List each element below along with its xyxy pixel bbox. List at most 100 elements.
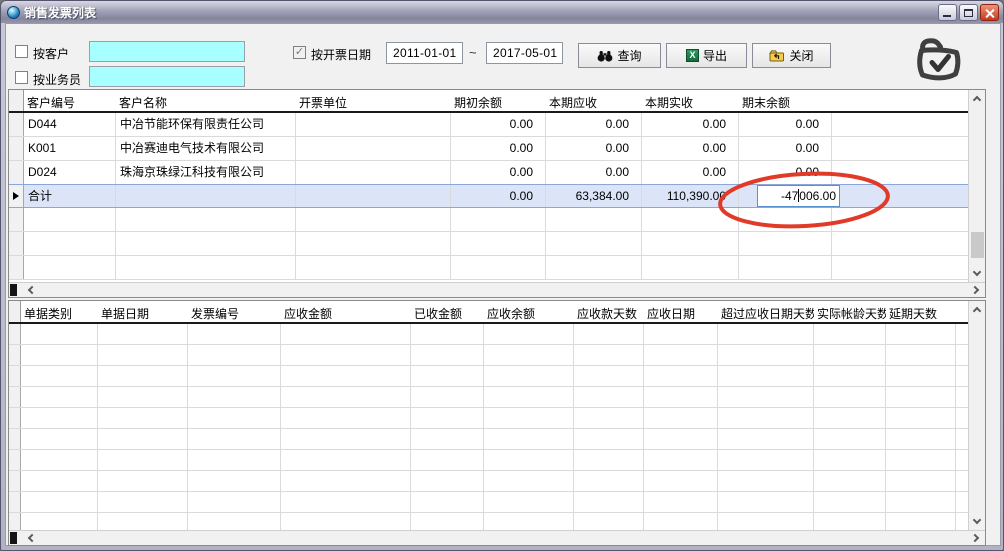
grid-row[interactable] [9, 345, 968, 366]
cell [886, 471, 956, 491]
cell: 中冶节能环保有限责任公司 [116, 113, 296, 136]
column-header[interactable]: 期初余额 [451, 90, 546, 111]
cell [98, 387, 188, 407]
salesman-filter-input[interactable] [89, 66, 245, 87]
scroll-down-icon[interactable] [973, 516, 981, 524]
horizontal-scrollbar[interactable] [9, 282, 985, 297]
row-selector[interactable] [9, 471, 21, 491]
cell [718, 513, 814, 530]
scroll-right-icon[interactable] [971, 534, 979, 542]
column-header[interactable]: 开票单位 [296, 90, 451, 111]
grid-row[interactable] [9, 366, 968, 387]
scrollbar-thumb[interactable] [10, 284, 17, 296]
cell-editor[interactable]: -47006.00 [757, 185, 840, 207]
row-selector[interactable] [9, 161, 24, 184]
row-selector[interactable] [9, 408, 21, 428]
by-salesman-checkbox[interactable] [15, 71, 28, 84]
cell [814, 366, 886, 386]
grid-row[interactable] [9, 232, 968, 256]
grid-row[interactable] [9, 324, 968, 345]
cell [281, 345, 411, 365]
by-invoice-date-checkbox[interactable] [293, 46, 306, 59]
scroll-up-icon[interactable] [973, 96, 981, 104]
cell [642, 232, 739, 255]
column-header[interactable]: 发票编号 [188, 301, 281, 322]
grid-row[interactable] [9, 471, 968, 492]
grid-row[interactable]: D024珠海京珠绿江科技有限公司0.000.000.000.00 [9, 161, 968, 185]
cell: 0.00 [546, 113, 642, 136]
close-button[interactable] [980, 4, 999, 21]
grid-row[interactable] [9, 513, 968, 530]
cell [484, 324, 574, 344]
row-selector[interactable] [9, 185, 24, 207]
row-selector[interactable] [9, 513, 21, 530]
grid-row[interactable] [9, 429, 968, 450]
vertical-scrollbar[interactable] [968, 301, 985, 530]
grid-row[interactable]: D044中冶节能环保有限责任公司0.000.000.000.00 [9, 113, 968, 137]
vertical-scrollbar[interactable] [968, 90, 985, 282]
row-selector[interactable] [9, 366, 21, 386]
cell: 63,384.00 [546, 185, 642, 207]
row-selector[interactable] [9, 137, 24, 160]
column-header[interactable]: 期末余额 [739, 90, 832, 111]
grid-row[interactable]: 合计0.0063,384.00110,390.00-47006.00 [9, 184, 968, 208]
column-header[interactable]: 应收金额 [281, 301, 411, 322]
query-button[interactable]: 查询 [578, 43, 661, 68]
column-header[interactable]: 客户编号 [24, 90, 116, 111]
column-header[interactable]: 应收日期 [644, 301, 718, 322]
row-selector[interactable] [9, 256, 24, 279]
column-header[interactable]: 实际帐龄天数 [814, 301, 886, 322]
minimize-button[interactable] [938, 4, 957, 21]
cell-filler [956, 492, 968, 512]
column-header[interactable]: 本期应收 [546, 90, 642, 111]
scrollbar-thumb[interactable] [10, 532, 17, 544]
column-header[interactable]: 应收款天数 [574, 301, 644, 322]
row-selector[interactable] [9, 450, 21, 470]
grid-row[interactable] [9, 450, 968, 471]
scroll-right-icon[interactable] [971, 286, 979, 294]
grid-header-row: 单据类别单据日期发票编号应收金额已收金额应收余额应收款天数应收日期超过应收日期天… [9, 301, 985, 324]
cell: D024 [24, 161, 116, 184]
column-header[interactable]: 延期天数 [886, 301, 956, 322]
grid-row[interactable] [9, 387, 968, 408]
grid-row[interactable]: K001中冶赛迪电气技术有限公司0.000.000.000.00 [9, 137, 968, 161]
row-selector[interactable] [9, 387, 21, 407]
column-header[interactable]: 应收余额 [484, 301, 574, 322]
cell-filler [832, 232, 968, 255]
row-selector[interactable] [9, 208, 24, 231]
scroll-left-icon[interactable] [28, 534, 36, 542]
row-selector[interactable] [9, 324, 21, 344]
column-header[interactable]: 客户名称 [116, 90, 296, 111]
cell [718, 387, 814, 407]
scroll-left-icon[interactable] [28, 286, 36, 294]
column-header[interactable]: 已收金额 [411, 301, 484, 322]
customer-filter-input[interactable] [89, 41, 245, 62]
date-to-input[interactable]: 2017-05-01 [486, 42, 563, 64]
row-selector[interactable] [9, 345, 21, 365]
export-button[interactable]: X 导出 [666, 43, 747, 68]
cell [644, 408, 718, 428]
row-selector[interactable] [9, 113, 24, 136]
scroll-up-icon[interactable] [973, 307, 981, 315]
horizontal-scrollbar[interactable] [9, 530, 985, 545]
row-selector[interactable] [9, 429, 21, 449]
column-header[interactable]: 单据类别 [21, 301, 98, 322]
close-window-button[interactable]: 关闭 [752, 43, 831, 68]
column-header[interactable]: 单据日期 [98, 301, 188, 322]
date-from-input[interactable]: 2011-01-01 [386, 42, 463, 64]
by-customer-checkbox[interactable] [15, 45, 28, 58]
cell-filler [832, 185, 968, 207]
grid-row[interactable] [9, 408, 968, 429]
grid-row[interactable] [9, 492, 968, 513]
column-header[interactable]: 超过应收日期天数 [718, 301, 814, 322]
scrollbar-thumb[interactable] [971, 232, 984, 258]
grid-row[interactable] [9, 256, 968, 280]
maximize-button[interactable] [959, 4, 978, 21]
row-selector[interactable] [9, 232, 24, 255]
cell [411, 450, 484, 470]
scroll-down-icon[interactable] [973, 268, 981, 276]
row-selector[interactable] [9, 492, 21, 512]
column-header[interactable]: 本期实收 [642, 90, 739, 111]
cell [98, 471, 188, 491]
grid-row[interactable] [9, 208, 968, 232]
